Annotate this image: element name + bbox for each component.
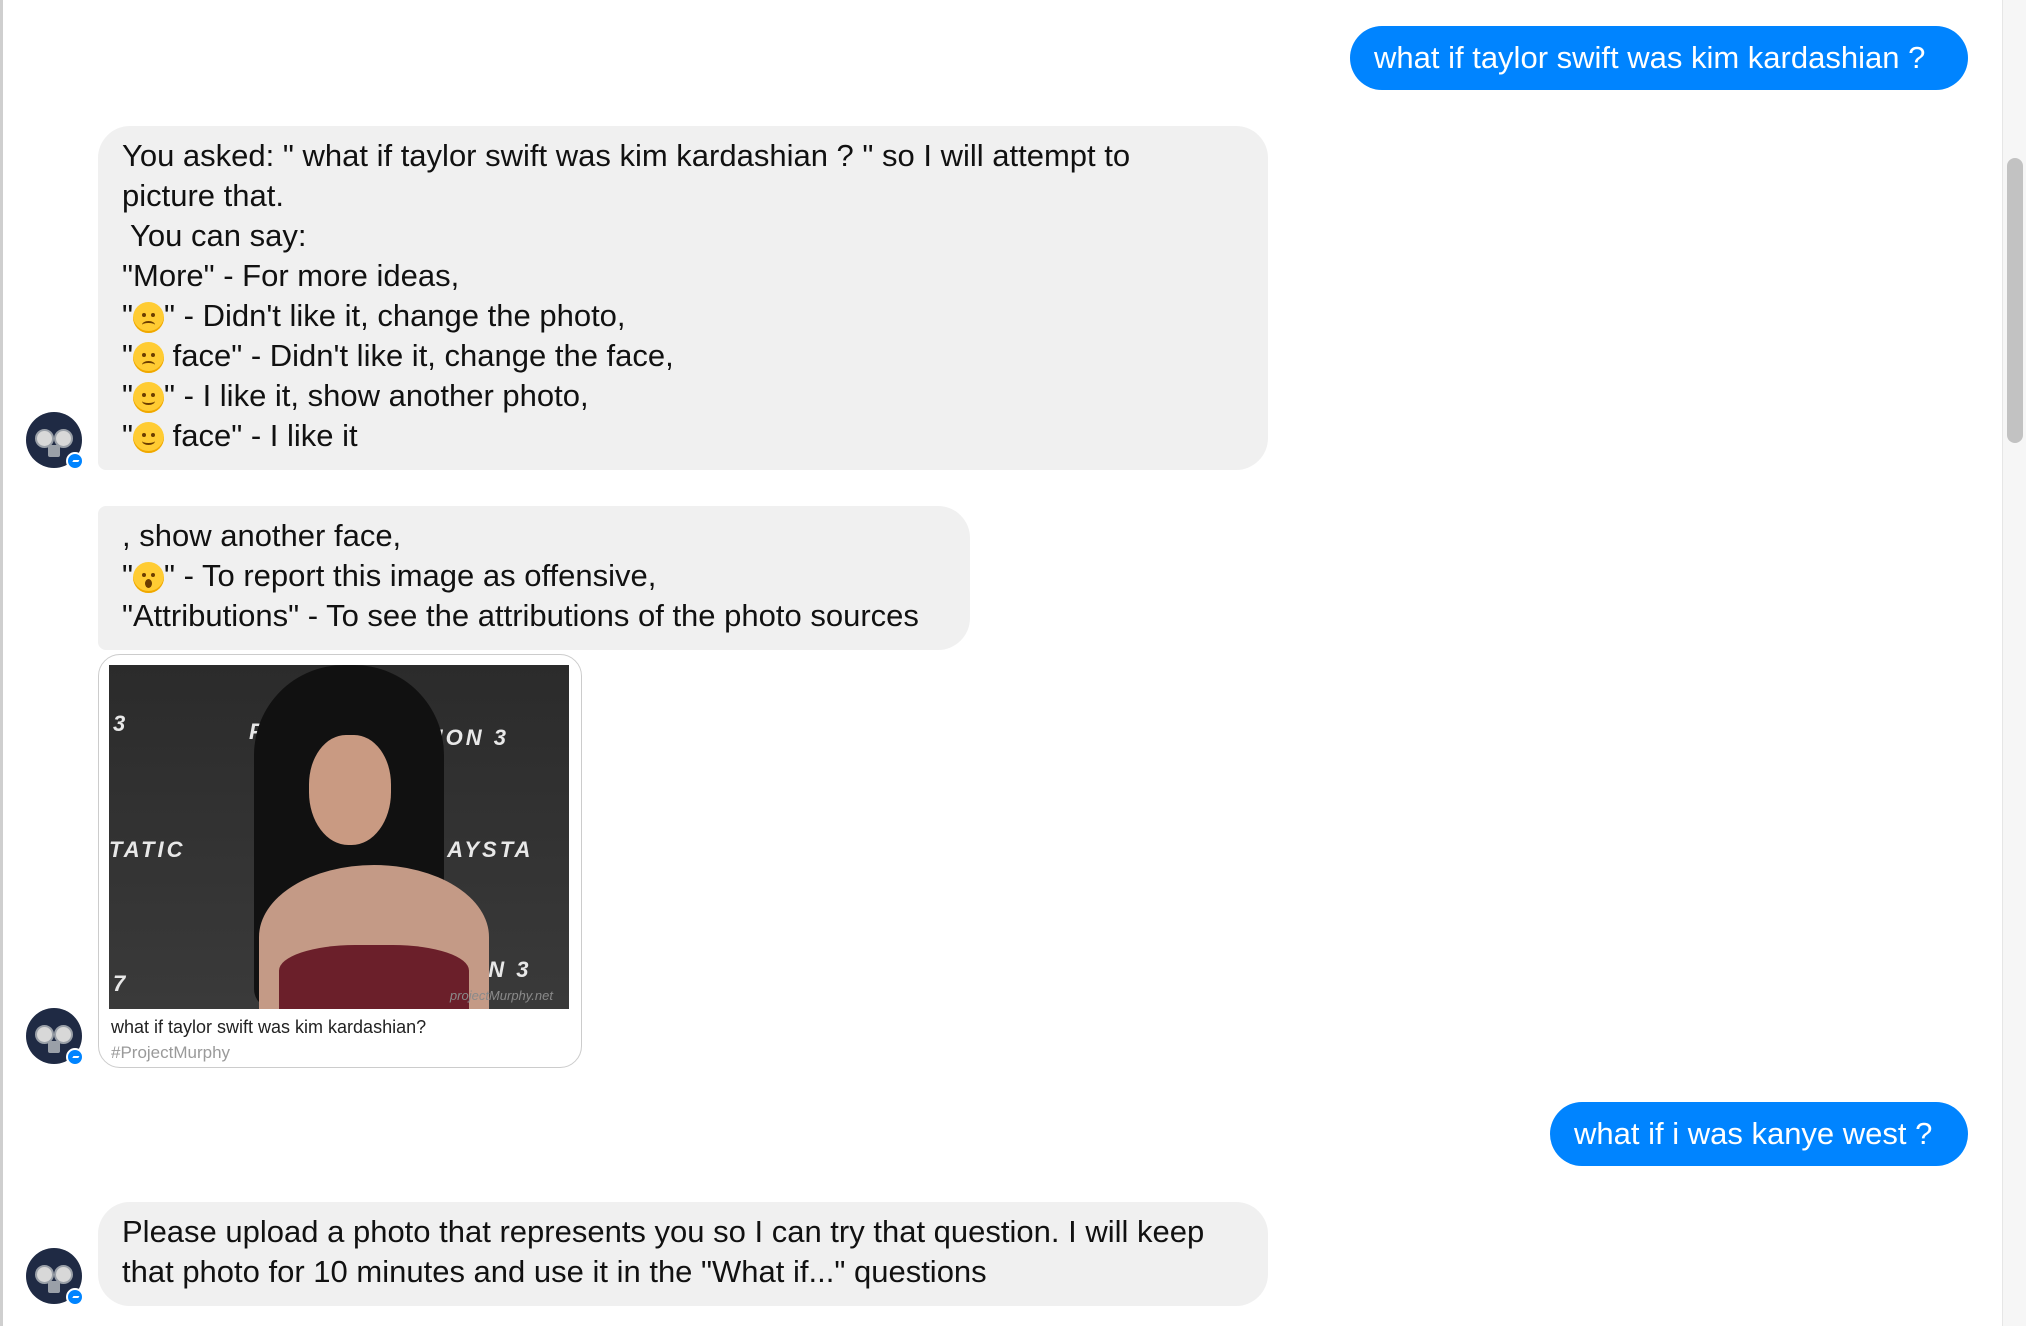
messenger-badge-icon [66, 1048, 84, 1066]
outgoing-message[interactable]: what if i was kanye west ? [1550, 1102, 1968, 1166]
messenger-badge-icon [66, 452, 84, 470]
portrait-face [309, 735, 391, 845]
message-line: , show another face, [122, 518, 402, 553]
disappointed-face-icon [133, 342, 165, 373]
astonished-face-icon [133, 562, 165, 593]
bot-avatar[interactable] [26, 412, 84, 470]
emoji-option-line: " face" - I like it [122, 418, 358, 453]
smiling-face-icon [133, 382, 165, 413]
card-caption: what if taylor swift was kim kardashian? [111, 1017, 427, 1037]
generated-photo[interactable]: 3 PL ITION 3 TATIC PLAYSTA ION 3 7 proje… [109, 665, 569, 1009]
backdrop-text: 7 [113, 971, 129, 996]
message-line: picture that. [122, 178, 284, 213]
incoming-message[interactable]: Please upload a photo that represents yo… [98, 1202, 1268, 1306]
disappointed-face-icon [133, 302, 165, 333]
image-card[interactable]: 3 PL ITION 3 TATIC PLAYSTA ION 3 7 proje… [98, 654, 582, 1068]
backdrop-text: 3 [113, 711, 129, 736]
emoji-option-line: " " - To report this image as offensive, [122, 558, 657, 593]
emoji-option-line: " " - Didn't like it, change the photo, [122, 298, 626, 333]
image-watermark: projectMurphy.net [449, 988, 553, 1003]
smiling-face-icon [133, 422, 165, 453]
conversation-thread[interactable]: what if taylor swift was kim kardashian … [0, 0, 2000, 1326]
bot-avatar[interactable] [26, 1248, 84, 1306]
message-text: what if taylor swift was kim kardashian … [1374, 40, 1926, 75]
incoming-message[interactable]: You asked: " what if taylor swift was ki… [98, 126, 1268, 470]
incoming-message[interactable]: , show another face, " " - To report this… [98, 506, 970, 650]
messenger-badge-icon [66, 1288, 84, 1306]
message-line: Please upload a photo that represents yo… [122, 1214, 1205, 1249]
emoji-option-line: " " - I like it, show another photo, [122, 378, 589, 413]
message-line: that photo for 10 minutes and use it in … [122, 1254, 987, 1289]
card-source: #ProjectMurphy [111, 1043, 231, 1062]
emoji-option-line: " face" - Didn't like it, change the fac… [122, 338, 674, 373]
message-line: "Attributions" - To see the attributions… [122, 598, 919, 633]
message-line: You can say: [122, 218, 307, 253]
scrollbar-thumb[interactable] [2007, 158, 2023, 443]
bot-avatar[interactable] [26, 1008, 84, 1066]
message-text: what if i was kanye west ? [1574, 1116, 1933, 1151]
backdrop-text: TATIC [109, 837, 186, 862]
message-line: You asked: " what if taylor swift was ki… [122, 138, 1131, 173]
vertical-scrollbar[interactable] [2002, 0, 2026, 1326]
portrait-dress [279, 945, 469, 1009]
outgoing-message[interactable]: what if taylor swift was kim kardashian … [1350, 26, 1968, 90]
message-line: "More" - For more ideas, [122, 258, 460, 293]
